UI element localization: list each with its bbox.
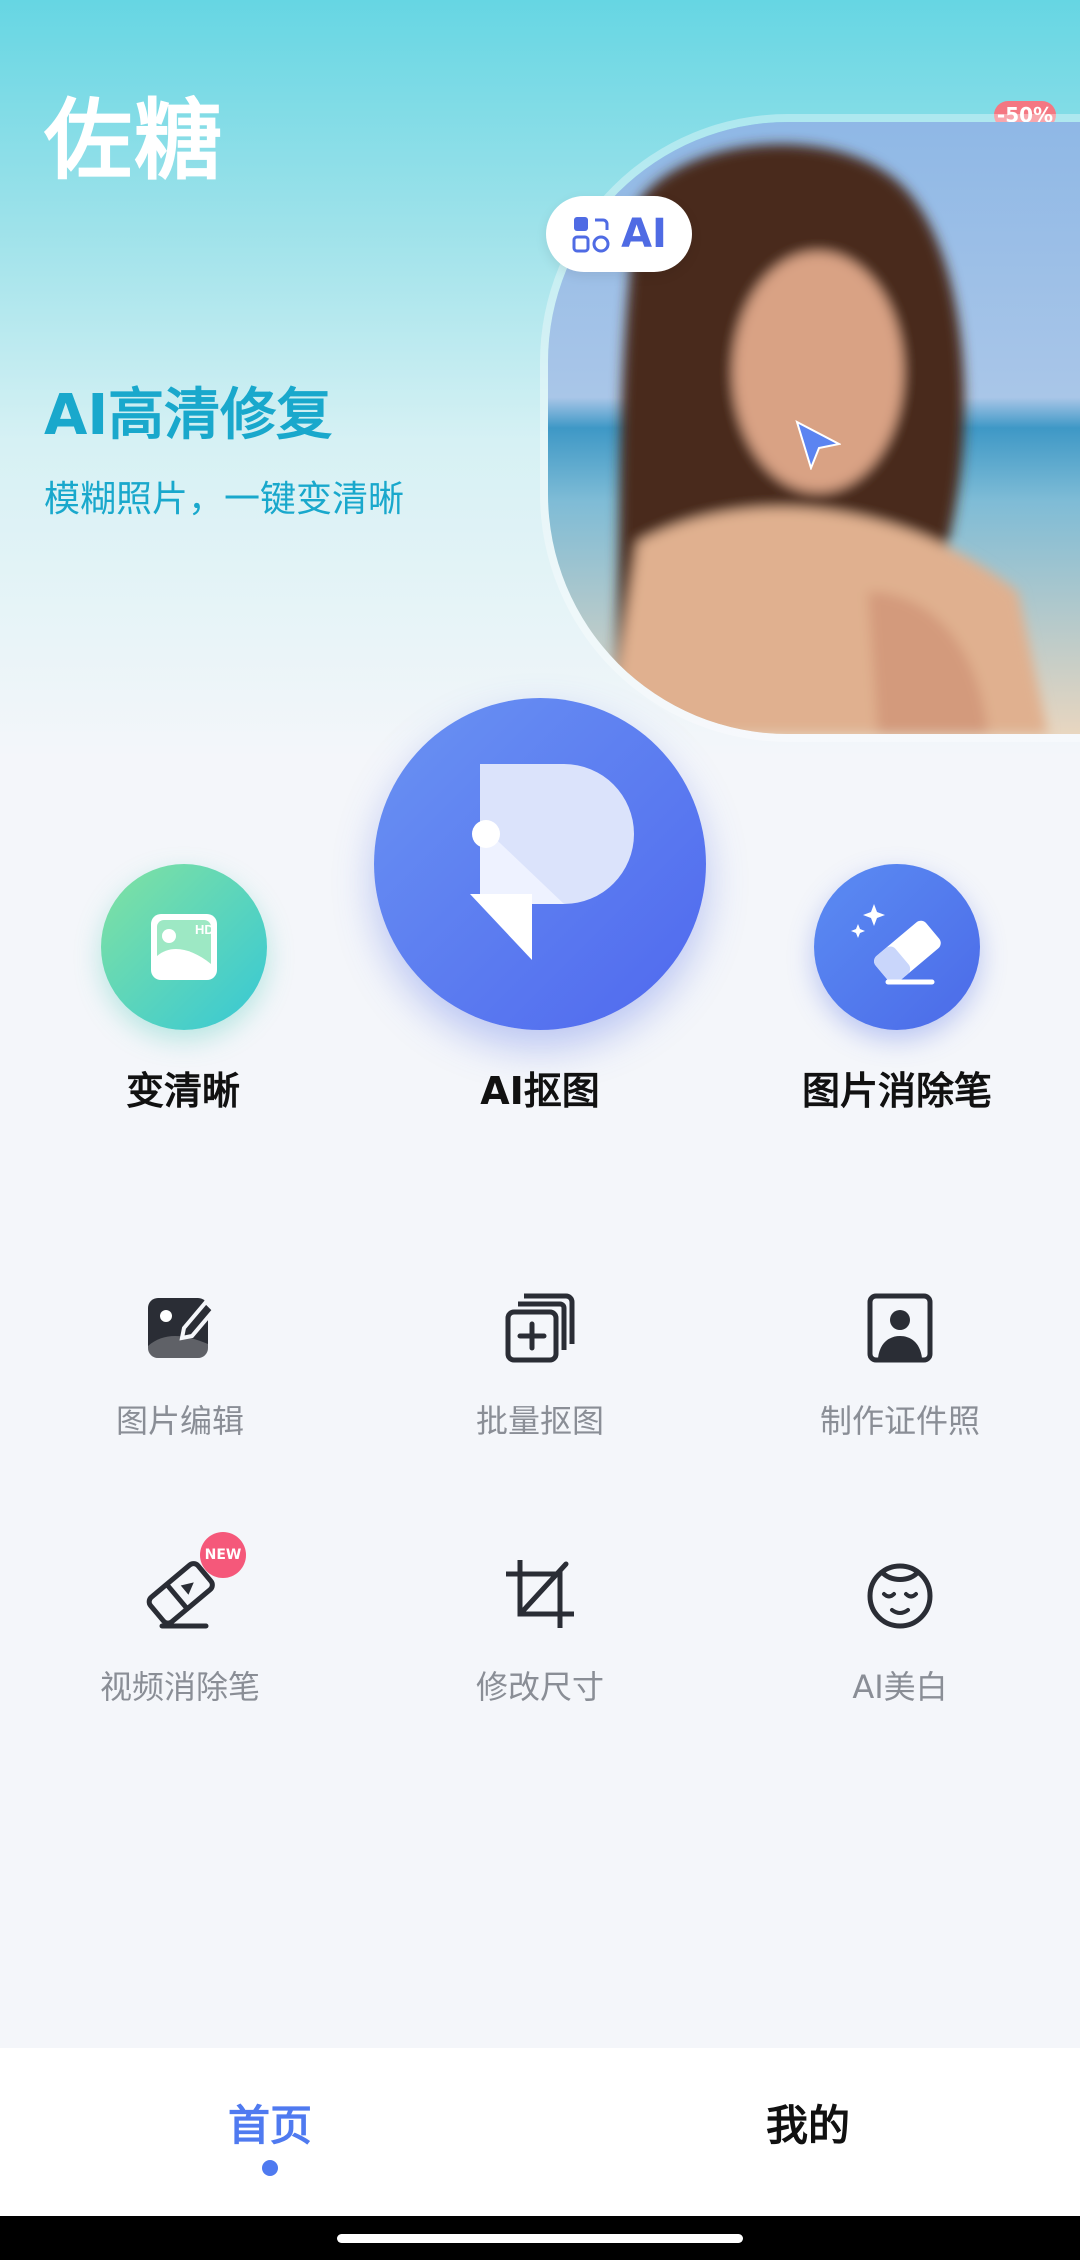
batch-cutout-icon bbox=[505, 1293, 575, 1363]
tool-resize-label: 修改尺寸 bbox=[475, 1668, 604, 1706]
eraser-sparkle-icon bbox=[851, 904, 941, 985]
tool-image-edit[interactable]: 图片编辑 bbox=[30, 1288, 330, 1442]
tool-image-edit-label: 图片编辑 bbox=[115, 1402, 244, 1440]
enhance-button[interactable]: HD bbox=[101, 864, 267, 1030]
tool-resize[interactable]: 修改尺寸 bbox=[390, 1554, 690, 1708]
home-indicator[interactable] bbox=[337, 2234, 743, 2243]
id-photo-icon bbox=[867, 1293, 933, 1363]
face-whitening-icon bbox=[867, 1563, 933, 1629]
ai-cutout-button[interactable] bbox=[374, 698, 706, 1030]
app-title: 佐糖 bbox=[44, 89, 225, 192]
ai-cutout-label: AI抠图 bbox=[480, 1069, 600, 1113]
app-logo-icon bbox=[470, 764, 634, 960]
image-edit-icon bbox=[148, 1298, 217, 1358]
image-eraser-label: 图片消除笔 bbox=[801, 1069, 992, 1113]
tool-ai-whitening-label: AI美白 bbox=[852, 1668, 948, 1706]
hero-subtitle: 模糊照片，一键变清晰 bbox=[44, 479, 405, 520]
crop-icon bbox=[506, 1560, 574, 1628]
tab-me[interactable]: 我的 bbox=[766, 2092, 850, 2153]
tab-active-indicator bbox=[262, 2160, 278, 2176]
tool-video-eraser-label: 视频消除笔 bbox=[99, 1668, 260, 1706]
tool-id-photo-label: 制作证件照 bbox=[819, 1402, 980, 1440]
tool-ai-whitening[interactable]: AI美白 bbox=[750, 1554, 1050, 1708]
hero-title: AI高清修复 bbox=[44, 383, 333, 448]
new-badge: NEW bbox=[200, 1532, 246, 1578]
image-eraser-button[interactable] bbox=[814, 864, 980, 1030]
tool-batch-cutout-label: 批量抠图 bbox=[475, 1402, 604, 1440]
hero-banner[interactable]: 佐糖 -50% AI高清修复 模糊照片，一键变清晰 AI bbox=[0, 0, 1080, 760]
svg-text:HD: HD bbox=[195, 922, 214, 937]
hd-image-icon: HD bbox=[151, 914, 217, 980]
tool-batch-cutout[interactable]: 批量抠图 bbox=[390, 1288, 690, 1442]
ai-swap-icon bbox=[572, 217, 610, 253]
cursor-icon bbox=[795, 420, 841, 470]
ai-badge: AI bbox=[546, 196, 692, 272]
tool-video-eraser[interactable]: NEW 视频消除笔 bbox=[30, 1532, 330, 1708]
bottom-tab-bar: 首页 我的 bbox=[0, 2048, 1080, 2216]
ai-pill-label: AI bbox=[621, 211, 667, 257]
enhance-label: 变清晰 bbox=[125, 1069, 240, 1113]
tab-home[interactable]: 首页 bbox=[228, 2092, 312, 2153]
tool-id-photo[interactable]: 制作证件照 bbox=[750, 1288, 1050, 1442]
